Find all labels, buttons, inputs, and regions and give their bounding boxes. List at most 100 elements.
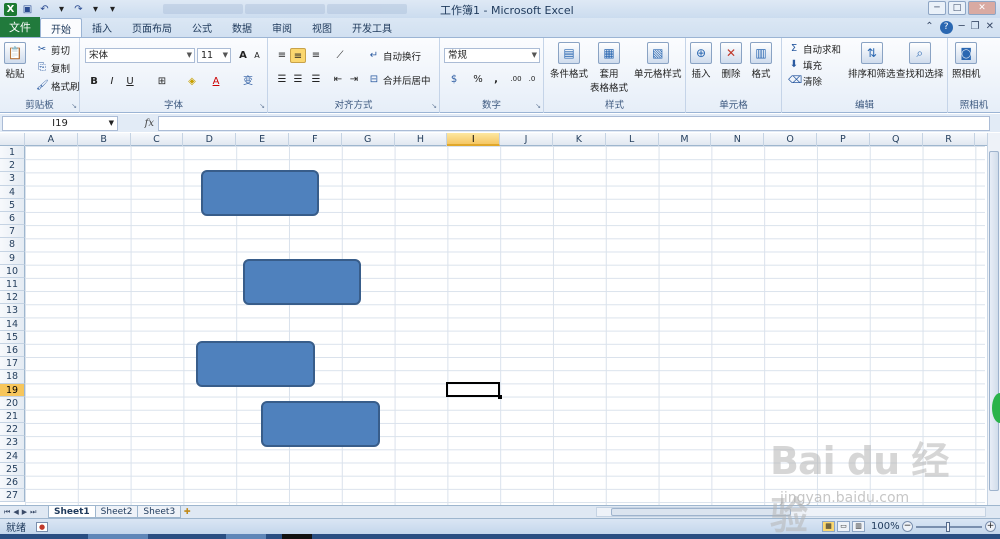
column-header[interactable]: E — [236, 133, 289, 146]
increase-indent-icon[interactable]: ⇥ — [346, 72, 362, 87]
format-as-table-button[interactable]: ▦ 套用 表格格式 — [590, 42, 628, 94]
underline-button[interactable]: U — [122, 74, 138, 89]
column-header[interactable]: P — [817, 133, 870, 146]
help-icon[interactable]: ? — [939, 21, 953, 34]
row-header[interactable]: 18 — [0, 370, 25, 384]
row-header[interactable]: 4 — [0, 185, 25, 199]
column-header[interactable]: N — [711, 133, 765, 146]
column-header[interactable]: I — [447, 133, 501, 146]
row-header[interactable]: 12 — [0, 291, 25, 305]
rounded-rectangle-shape[interactable] — [196, 341, 315, 387]
horizontal-scrollbar[interactable] — [596, 507, 986, 517]
active-cell-I19[interactable] — [446, 382, 502, 399]
minimize-button[interactable]: ─ — [928, 1, 946, 15]
first-sheet-icon[interactable]: ⏮ — [4, 508, 10, 517]
row-header[interactable]: 14 — [0, 317, 25, 331]
fill-button[interactable]: ⬇ 填充 — [788, 58, 822, 72]
percent-button[interactable]: % — [470, 72, 486, 87]
font-name-select[interactable]: 宋体 ▼ — [85, 48, 195, 63]
row-header[interactable]: 23 — [0, 436, 25, 450]
row-header[interactable]: 6 — [0, 212, 25, 226]
page-layout-view-icon[interactable]: ▭ — [837, 521, 850, 532]
column-header[interactable]: G — [342, 133, 395, 146]
font-color-button[interactable]: A — [208, 74, 224, 89]
align-bottom-icon[interactable]: ≡ — [308, 48, 324, 63]
bold-button[interactable]: B — [86, 74, 102, 89]
zoom-out-icon[interactable]: − — [902, 521, 913, 532]
row-header[interactable]: 27 — [0, 489, 25, 503]
redo-icon[interactable]: ↷ — [72, 3, 85, 16]
align-right-icon[interactable]: ☰ — [308, 72, 324, 87]
customize-toolbar-icon[interactable]: ▾ — [106, 3, 119, 16]
tab-insert[interactable]: 插入 — [82, 18, 122, 37]
row-header[interactable]: 13 — [0, 304, 25, 318]
column-header[interactable]: H — [395, 133, 448, 146]
normal-view-icon[interactable]: ▦ — [822, 521, 835, 532]
row-header[interactable]: 11 — [0, 278, 25, 292]
conditional-format-button[interactable]: ▤ 条件格式 — [550, 42, 588, 80]
row-header[interactable]: 9 — [0, 251, 25, 265]
dialog-launcher-icon[interactable]: ↘ — [535, 102, 541, 110]
zoom-level[interactable]: 100% — [871, 521, 900, 532]
tab-data[interactable]: 数据 — [222, 18, 262, 37]
wrap-text-button[interactable]: ↵ 自动换行 — [368, 49, 421, 63]
delete-cells-button[interactable]: ✕ 删除 — [720, 42, 742, 80]
prev-sheet-icon[interactable]: ◀ — [13, 508, 18, 517]
column-header[interactable]: O — [764, 133, 817, 146]
paste-button[interactable]: 📋 粘贴 — [4, 42, 26, 80]
zoom-in-icon[interactable]: + — [985, 521, 996, 532]
tab-view[interactable]: 视图 — [302, 18, 342, 37]
italic-button[interactable]: I — [104, 74, 120, 89]
next-sheet-icon[interactable]: ▶ — [22, 508, 27, 517]
maximize-button[interactable]: □ — [948, 1, 966, 15]
insert-cells-button[interactable]: ⊕ 插入 — [690, 42, 712, 80]
comma-button[interactable]: , — [488, 72, 504, 87]
macro-record-icon[interactable]: ● — [36, 521, 48, 532]
column-header[interactable]: Q — [870, 133, 923, 146]
align-center-icon[interactable]: ☰ — [290, 72, 306, 87]
tab-page-layout[interactable]: 页面布局 — [122, 18, 182, 37]
redo-dropdown-icon[interactable]: ▾ — [89, 3, 102, 16]
tab-home[interactable]: 开始 — [40, 18, 82, 37]
tab-file[interactable]: 文件 — [0, 17, 40, 37]
doc-close-icon[interactable]: ✕ — [986, 21, 994, 34]
column-header[interactable]: B — [78, 133, 131, 146]
row-header[interactable]: 22 — [0, 423, 25, 437]
find-select-button[interactable]: ⌕ 查找和选择 — [896, 42, 944, 80]
row-header[interactable]: 15 — [0, 330, 25, 344]
undo-icon[interactable]: ↶ — [38, 3, 51, 16]
cell-area[interactable] — [25, 146, 985, 505]
format-cells-button[interactable]: ▥ 格式 — [750, 42, 772, 80]
row-header[interactable]: 24 — [0, 449, 25, 463]
decrease-indent-icon[interactable]: ⇤ — [330, 72, 346, 87]
column-header[interactable]: R — [923, 133, 976, 146]
tab-formulas[interactable]: 公式 — [182, 18, 222, 37]
font-size-select[interactable]: 11 ▼ — [197, 48, 231, 63]
formula-input[interactable] — [158, 115, 990, 131]
column-header[interactable]: F — [289, 133, 342, 146]
taskbar-item[interactable] — [88, 534, 148, 539]
column-header[interactable]: L — [606, 133, 659, 146]
name-box[interactable]: I19 ▼ — [2, 115, 118, 131]
dialog-launcher-icon[interactable]: ↘ — [71, 102, 77, 110]
row-header[interactable]: 8 — [0, 238, 25, 252]
shrink-font-button[interactable]: A — [249, 48, 265, 63]
column-header[interactable]: K — [553, 133, 606, 146]
vertical-scrollbar[interactable] — [987, 133, 1000, 505]
select-all-corner[interactable] — [0, 133, 25, 146]
row-header[interactable]: 10 — [0, 264, 25, 278]
row-header[interactable]: 26 — [0, 476, 25, 490]
format-painter-button[interactable]: 🖌 格式刷 — [36, 79, 80, 93]
excel-logo-icon[interactable]: X — [4, 2, 17, 16]
row-header[interactable]: 25 — [0, 462, 25, 476]
column-header[interactable]: A — [25, 133, 78, 146]
number-format-select[interactable]: 常规 ▼ — [444, 48, 540, 63]
row-header[interactable]: 7 — [0, 225, 25, 239]
tab-developer[interactable]: 开发工具 — [342, 18, 402, 37]
autosum-button[interactable]: Σ 自动求和 — [788, 42, 841, 56]
vertical-scroll-thumb[interactable] — [989, 151, 999, 491]
fill-color-icon[interactable]: ◈ — [184, 74, 200, 89]
row-header[interactable]: 19 — [0, 383, 25, 397]
close-button[interactable]: ✕ — [968, 1, 996, 15]
cell-styles-button[interactable]: ▧ 单元格样式 — [634, 42, 682, 80]
